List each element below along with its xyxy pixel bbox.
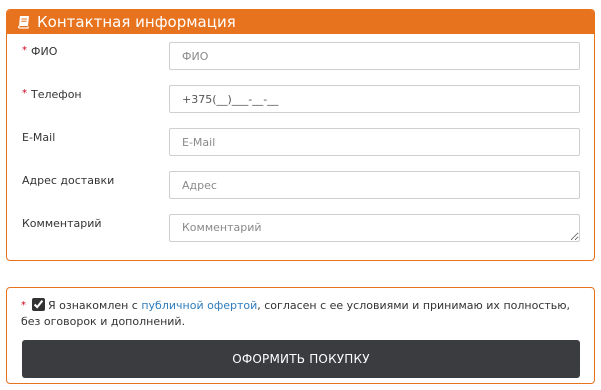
agreement-checkbox[interactable] <box>32 298 45 311</box>
phone-input[interactable] <box>169 85 580 113</box>
checkout-button[interactable]: ОФОРМИТЬ ПОКУПКУ <box>22 340 580 378</box>
required-asterisk: * <box>22 45 27 56</box>
required-asterisk: * <box>22 88 27 99</box>
email-label: E-Mail <box>22 131 56 144</box>
email-row: E-Mail <box>7 128 594 156</box>
name-label: * ФИО <box>22 45 58 58</box>
required-asterisk: * <box>21 300 26 311</box>
address-input[interactable] <box>169 171 580 199</box>
contact-info-title: Контактная информация <box>37 13 236 31</box>
agreement-panel: * Я ознакомлен с публичной офертой, согла… <box>6 287 595 384</box>
contact-info-header: Контактная информация <box>7 10 594 34</box>
address-label: Адрес доставки <box>22 174 115 187</box>
phone-label: * Телефон <box>22 88 82 101</box>
name-input[interactable] <box>169 42 580 70</box>
agreement-text: * Я ознакомлен с публичной офертой, согла… <box>21 298 581 330</box>
phone-row: * Телефон <box>7 85 594 113</box>
comment-label: Комментарий <box>22 217 102 230</box>
agreement-text-before: Я ознакомлен с <box>48 299 142 312</box>
email-input[interactable] <box>169 128 580 156</box>
public-offer-link[interactable]: публичной офертой <box>141 299 257 312</box>
name-row: * ФИО <box>7 42 594 70</box>
comment-textarea[interactable] <box>169 214 580 242</box>
comment-row: Комментарий <box>7 214 594 242</box>
book-icon <box>17 15 31 29</box>
address-row: Адрес доставки <box>7 171 594 199</box>
contact-info-panel: Контактная информация *ФИО *Телефон E-Ma… <box>6 9 595 261</box>
